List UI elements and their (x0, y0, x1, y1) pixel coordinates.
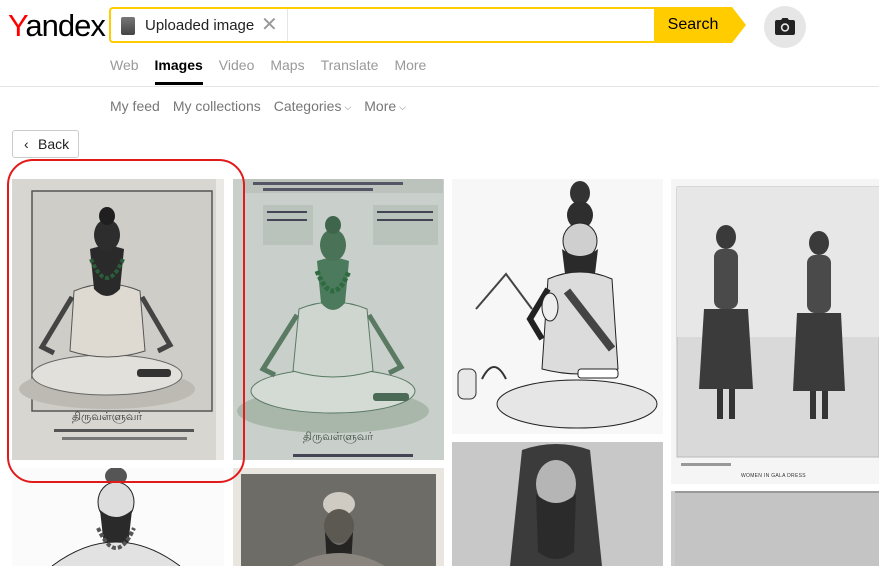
search-button[interactable]: Search (654, 7, 732, 43)
result-image-8-picture (675, 491, 879, 566)
images-subnav: My feed My collections Categories ⌵ More ⌵ (110, 98, 406, 114)
result-image-7[interactable] (452, 442, 663, 566)
my-collections-link[interactable]: My collections (173, 98, 261, 114)
result-image-3-picture (457, 181, 658, 429)
yandex-logo[interactable]: Yandex (8, 6, 106, 46)
more-dropdown[interactable]: More ⌵ (364, 98, 406, 114)
result-image-4-picture (676, 186, 879, 466)
result-image-6[interactable] (233, 468, 444, 566)
search-divider (287, 9, 288, 41)
result-image-3[interactable] (452, 179, 663, 434)
more-label: More (364, 98, 397, 114)
logo-text: andex (25, 8, 105, 43)
header-divider (0, 86, 879, 87)
categories-label: Categories (273, 98, 342, 114)
back-button[interactable]: ‹ Back (12, 130, 79, 158)
uploaded-image-label: Uploaded image (145, 17, 255, 34)
chevron-down-icon: ⌵ (344, 102, 352, 112)
tab-translate[interactable]: Translate (321, 57, 379, 85)
tab-web[interactable]: Web (110, 57, 139, 85)
tab-maps[interactable]: Maps (270, 57, 304, 85)
result-image-2-caption: திருவள்ளுவர் (303, 431, 374, 443)
tab-images[interactable]: Images (154, 57, 203, 85)
camera-icon (775, 18, 795, 35)
chevron-left-icon: ‹ (24, 136, 29, 152)
result-image-1[interactable]: திருவள்ளுவர் (12, 179, 224, 460)
chevron-down-icon: ⌵ (399, 102, 406, 112)
result-image-1-caption: திருவள்ளுவர் (72, 411, 143, 423)
result-image-2-picture (237, 179, 443, 457)
back-label: Back (38, 136, 70, 152)
service-tabs: Web Images Video Maps Translate More (110, 57, 426, 85)
search-input[interactable]: Uploaded image ✕ (109, 7, 654, 43)
result-image-7-picture (452, 442, 663, 566)
result-image-8[interactable] (671, 491, 879, 566)
result-image-5-picture (51, 468, 181, 566)
result-image-4-caption: WOMEN IN GALA DRESS (741, 473, 806, 479)
result-image-4[interactable]: WOMEN IN GALA DRESS (671, 179, 879, 484)
camera-search-button[interactable] (764, 6, 806, 48)
logo-letter-y: Y (8, 8, 26, 43)
tab-more[interactable]: More (394, 57, 426, 85)
result-image-6-picture (241, 474, 436, 566)
search-button-arrow[interactable] (732, 7, 746, 43)
tab-video[interactable]: Video (219, 57, 255, 85)
close-icon[interactable]: ✕ (261, 13, 278, 37)
my-feed-link[interactable]: My feed (110, 98, 160, 114)
result-image-2[interactable]: திருவள்ளுவர் (233, 179, 444, 460)
result-image-5[interactable] (12, 468, 224, 566)
uploaded-image-thumbnail (121, 17, 135, 35)
categories-dropdown[interactable]: Categories ⌵ (274, 98, 352, 114)
